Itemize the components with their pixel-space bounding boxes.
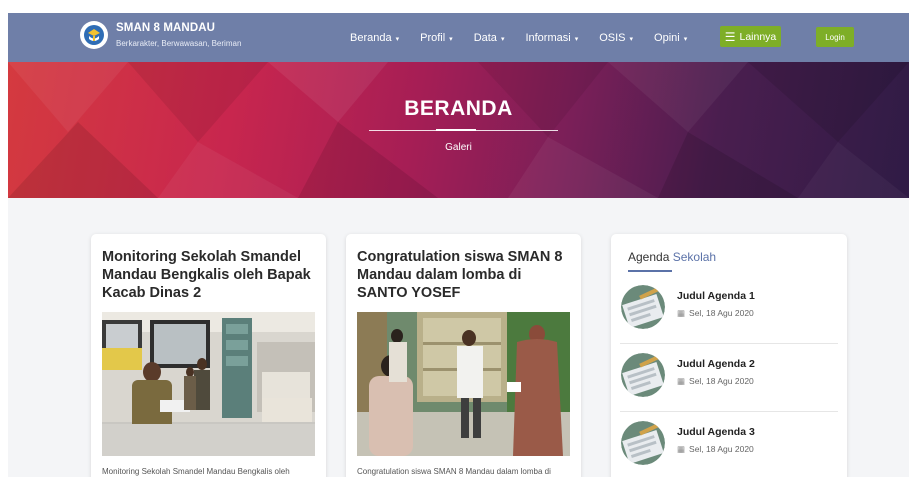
news-excerpt: Monitoring Sekolah Smandel Mandau Bengka… <box>102 467 290 476</box>
agenda-date-text: Sel, 18 Agu 2020 <box>689 308 754 318</box>
agenda-item[interactable]: Judul Agenda 1 ▦ Sel, 18 Agu 2020 <box>621 285 841 335</box>
top-navbar: SMAN 8 MANDAU Berkarakter, Berwawasan, B… <box>8 13 909 62</box>
divider <box>620 411 838 412</box>
main-menu: Beranda ▾ Profil ▾ Data ▾ Informasi ▾ OSIS ▾ … <box>350 13 708 62</box>
menu-item-informasi[interactable]: Informasi ▾ <box>525 32 578 44</box>
chevron-down-icon: ▾ <box>500 35 505 43</box>
menu-item-label: Opini <box>654 31 680 44</box>
menu-item-osis[interactable]: OSIS ▾ <box>599 32 633 44</box>
site-tagline: Berkarakter, Berwawasan, Beriman <box>116 39 242 48</box>
news-excerpt: Congratulation siswa SMAN 8 Mandau dalam… <box>357 467 551 476</box>
page: SMAN 8 MANDAU Berkarakter, Berwawasan, B… <box>8 13 909 477</box>
menu-item-label: OSIS <box>599 31 626 44</box>
news-title[interactable]: Monitoring Sekolah Smandel Mandau Bengka… <box>102 248 320 302</box>
menu-item-label: Informasi <box>525 31 571 44</box>
title-divider-accent <box>436 129 476 131</box>
news-card[interactable]: Congratulation siswa SMAN 8 Mandau dalam… <box>346 234 581 477</box>
page-title: BERANDA <box>404 97 513 120</box>
news-photo[interactable] <box>102 312 315 456</box>
hero-banner: BERANDA Galeri <box>8 62 909 198</box>
heading-underline <box>628 270 672 272</box>
agenda-thumbnail <box>621 421 665 465</box>
menu-item-label: Data <box>473 31 497 44</box>
chevron-down-icon: ▾ <box>629 35 634 43</box>
agenda-thumbnail <box>621 285 665 329</box>
lainnya-button[interactable]: ☰ Lainnya <box>720 26 781 47</box>
menu-item-data[interactable]: Data ▾ <box>474 32 505 44</box>
calendar-icon: ▦ <box>677 308 686 318</box>
agenda-item[interactable]: Judul Agenda 3 ▦ Sel, 18 Agu 2020 <box>621 421 841 471</box>
school-crest-icon <box>80 21 108 49</box>
agenda-thumbnail <box>621 353 665 397</box>
breadcrumb[interactable]: Galeri <box>8 142 909 153</box>
chevron-down-icon: ▾ <box>574 35 579 43</box>
hamburger-icon: ☰ <box>724 29 736 44</box>
agenda-date-text: Sel, 18 Agu 2020 <box>689 444 754 454</box>
login-button[interactable]: Login <box>816 27 854 47</box>
chevron-down-icon: ▾ <box>395 35 400 43</box>
news-title[interactable]: Congratulation siswa SMAN 8 Mandau dalam… <box>357 248 575 302</box>
agenda-date-text: Sel, 18 Agu 2020 <box>689 376 754 386</box>
menu-item-opini[interactable]: Opini ▾ <box>654 32 687 44</box>
agenda-heading-plain: Agenda <box>628 250 670 264</box>
agenda-item[interactable]: Judul Agenda 2 ▦ Sel, 18 Agu 2020 <box>621 353 841 403</box>
brand[interactable]: SMAN 8 MANDAU Berkarakter, Berwawasan, B… <box>80 21 241 49</box>
menu-item-label: Beranda <box>350 31 392 44</box>
menu-item-profil[interactable]: Profil ▾ <box>420 32 453 44</box>
agenda-widget: Agenda Sekolah Judul Agenda 1 ▦ Sel, 18 A… <box>611 234 847 477</box>
menu-item-beranda[interactable]: Beranda ▾ <box>350 32 399 44</box>
agenda-title[interactable]: Judul Agenda 3 <box>677 426 755 438</box>
agenda-date: ▦ Sel, 18 Agu 2020 <box>677 308 754 319</box>
news-card[interactable]: Monitoring Sekolah Smandel Mandau Bengka… <box>91 234 326 477</box>
agenda-date: ▦ Sel, 18 Agu 2020 <box>677 376 754 387</box>
divider <box>620 343 838 344</box>
calendar-icon: ▦ <box>677 376 686 386</box>
news-photo[interactable] <box>357 312 570 456</box>
agenda-title[interactable]: Judul Agenda 2 <box>677 358 755 370</box>
menu-item-label: Profil <box>420 31 446 44</box>
chevron-down-icon: ▾ <box>449 35 453 43</box>
chevron-down-icon: ▾ <box>683 35 688 43</box>
agenda-title[interactable]: Judul Agenda 1 <box>677 290 755 302</box>
agenda-heading: Agenda Sekolah <box>628 250 716 264</box>
site-name: SMAN 8 MANDAU <box>116 22 216 34</box>
calendar-icon: ▦ <box>677 444 686 454</box>
agenda-heading-accent: Sekolah <box>672 250 717 264</box>
agenda-date: ▦ Sel, 18 Agu 2020 <box>677 444 754 455</box>
lainnya-label: Lainnya <box>739 30 777 43</box>
